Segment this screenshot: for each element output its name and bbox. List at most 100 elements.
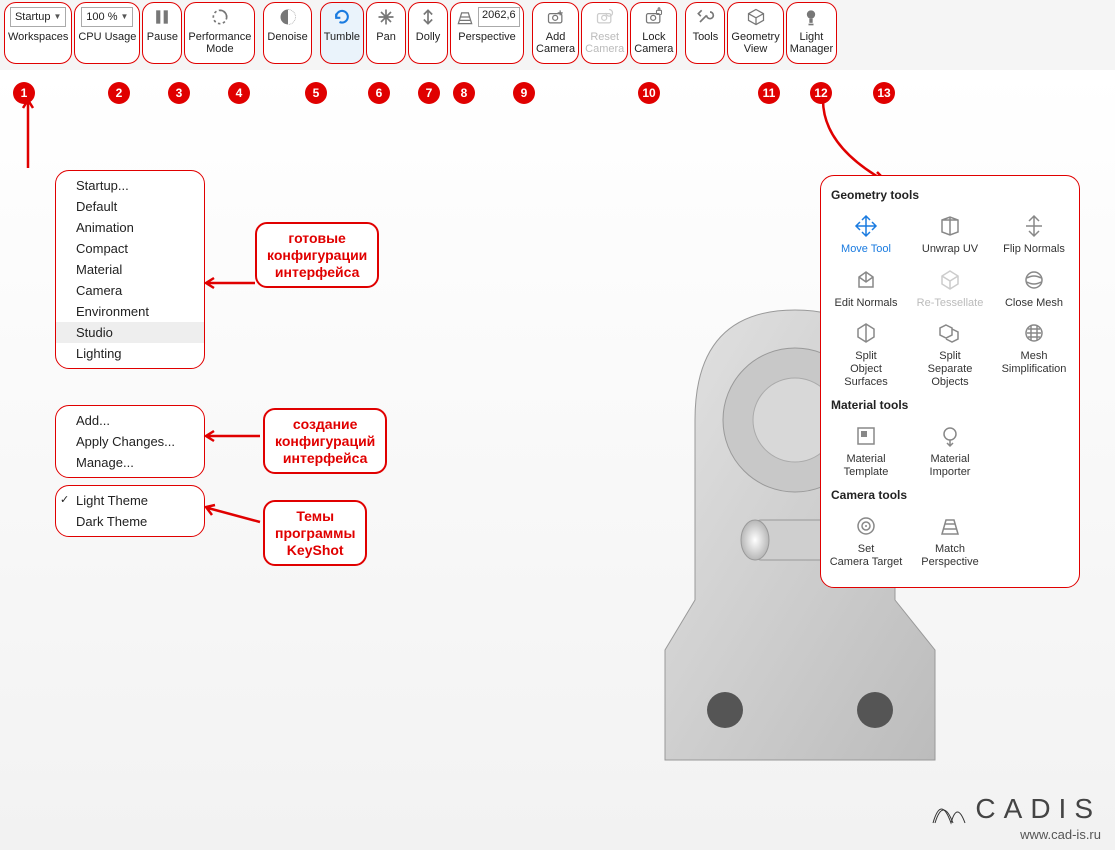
watermark-brand: CADIS (975, 793, 1101, 825)
tool-icon (936, 266, 964, 294)
perf-label1: Performance (188, 31, 251, 43)
dolly-button[interactable]: Dolly (408, 2, 448, 64)
annotation-10: 10 (638, 82, 660, 104)
tumble-button[interactable]: Tumble (320, 2, 364, 64)
caret-down-icon: ▼ (121, 13, 129, 22)
menu-item[interactable]: Studio (56, 322, 204, 343)
light-icon (800, 6, 822, 28)
menu-item[interactable]: Manage... (56, 452, 204, 473)
pan-icon (375, 6, 397, 28)
tool-icon (1020, 266, 1048, 294)
workspaces-menu-manage: Add...Apply Changes...Manage... (55, 405, 205, 478)
menu-item[interactable]: Lighting (56, 343, 204, 364)
tool-material-importer[interactable]: MaterialImporter (909, 418, 991, 482)
menu-item[interactable]: Startup... (56, 175, 204, 196)
tool-icon (1020, 319, 1048, 347)
geom-l2: View (744, 43, 768, 55)
tool-material-template[interactable]: MaterialTemplate (825, 418, 907, 482)
menu-item[interactable]: Environment (56, 301, 204, 322)
performance-icon (209, 6, 231, 28)
perspective-value[interactable]: 2062,6 (478, 7, 520, 27)
reset-camera-button[interactable]: Reset Camera (581, 2, 628, 64)
tool-split-object-surfaces[interactable]: SplitObject Surfaces (825, 315, 907, 392)
tools-panel: Geometry tools Move ToolUnwrap UVFlip No… (820, 175, 1080, 588)
annotation-3: 3 (168, 82, 190, 104)
tool-edit-normals[interactable]: Edit Normals (825, 262, 907, 314)
callout-themes: Темы программы KeyShot (263, 500, 367, 566)
tool-close-mesh[interactable]: Close Mesh (993, 262, 1075, 314)
annotation-4: 4 (228, 82, 250, 104)
addcam-l1: Add (546, 31, 566, 43)
cadis-logo-icon (929, 791, 969, 827)
tool-split-separate-objects[interactable]: SplitSeparateObjects (909, 315, 991, 392)
menu-item[interactable]: Camera (56, 280, 204, 301)
annotation-2: 2 (108, 82, 130, 104)
denoise-button[interactable]: Denoise (263, 2, 311, 64)
dolly-label: Dolly (416, 31, 440, 43)
annotation-8: 8 (453, 82, 475, 104)
menu-item[interactable]: Add... (56, 410, 204, 431)
geom-l1: Geometry (731, 31, 779, 43)
light-l2: Manager (790, 43, 833, 55)
cpu-value: 100 % (86, 11, 117, 23)
lockcam-l2: Camera (634, 43, 673, 55)
annotation-5: 5 (305, 82, 327, 104)
tool-set-camera-target[interactable]: SetCamera Target (825, 508, 907, 572)
arrow-12-to-panel (815, 96, 895, 186)
add-camera-button[interactable]: Add Camera (532, 2, 579, 64)
lock-camera-button[interactable]: Lock Camera (630, 2, 677, 64)
tool-icon (936, 422, 964, 450)
geometry-view-button[interactable]: Geometry View (727, 2, 783, 64)
add-camera-icon (545, 6, 567, 28)
pan-label: Pan (376, 31, 396, 43)
dolly-icon (417, 6, 439, 28)
annotation-6: 6 (368, 82, 390, 104)
workspaces-label: Workspaces (8, 31, 68, 43)
geometry-view-icon (745, 6, 767, 28)
lockcam-l1: Lock (642, 31, 665, 43)
pan-button[interactable]: Pan (366, 2, 406, 64)
menu-item[interactable]: Animation (56, 217, 204, 238)
watermark: CADIS www.cad-is.ru (929, 791, 1101, 842)
menu-item[interactable]: Dark Theme (56, 511, 204, 532)
watermark-url: www.cad-is.ru (929, 827, 1101, 842)
tools-button[interactable]: Tools (685, 2, 725, 64)
caret-down-icon: ▼ (53, 13, 61, 22)
menu-item[interactable]: ✓Light Theme (56, 490, 204, 511)
menu-item[interactable]: Compact (56, 238, 204, 259)
addcam-l2: Camera (536, 43, 575, 55)
arrow-1-to-menu (20, 96, 40, 176)
resetcam-l1: Reset (590, 31, 619, 43)
resetcam-l2: Camera (585, 43, 624, 55)
tool-icon (936, 319, 964, 347)
tool-re-tessellate[interactable]: Re-Tessellate (909, 262, 991, 314)
perspective-button[interactable]: 2062,6 Perspective (450, 2, 524, 64)
workspaces-menu-presets: Startup...DefaultAnimationCompactMateria… (55, 170, 205, 369)
performance-mode-button[interactable]: Performance Mode (184, 2, 255, 64)
denoise-icon (277, 6, 299, 28)
reset-camera-icon (594, 6, 616, 28)
workspaces-button[interactable]: Startup▼ Workspaces (4, 2, 72, 64)
cpu-usage-button[interactable]: 100 %▼ CPU Usage (74, 2, 140, 64)
callout-presets: готовые конфигурации интерфейса (255, 222, 379, 288)
tool-icon (936, 512, 964, 540)
tool-icon (852, 212, 880, 240)
annotation-1: 1 (13, 82, 35, 104)
tool-unwrap-uv[interactable]: Unwrap UV (909, 208, 991, 260)
pause-button[interactable]: Pause (142, 2, 182, 64)
tool-move-tool[interactable]: Move Tool (825, 208, 907, 260)
annotation-7: 7 (418, 82, 440, 104)
menu-item[interactable]: Default (56, 196, 204, 217)
tool-match-perspective[interactable]: MatchPerspective (909, 508, 991, 572)
geom-tools-title: Geometry tools (831, 188, 1069, 202)
tool-flip-normals[interactable]: Flip Normals (993, 208, 1075, 260)
tool-icon (852, 266, 880, 294)
menu-item[interactable]: Apply Changes... (56, 431, 204, 452)
tools-icon (694, 6, 716, 28)
tool-mesh-simplification[interactable]: MeshSimplification (993, 315, 1075, 392)
menu-item[interactable]: Material (56, 259, 204, 280)
tool-icon (936, 212, 964, 240)
light-manager-button[interactable]: Light Manager (786, 2, 837, 64)
pause-icon (151, 6, 173, 28)
tools-label: Tools (693, 31, 719, 43)
